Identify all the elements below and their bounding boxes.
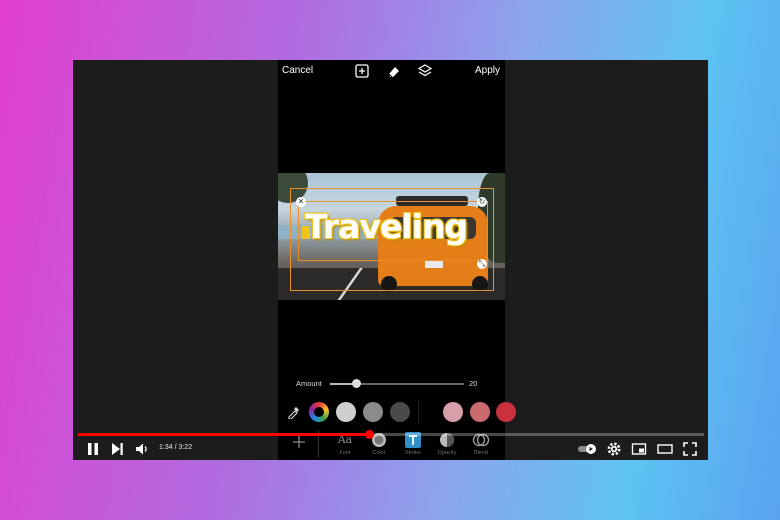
next-icon[interactable] — [109, 441, 125, 457]
resize-handle-icon[interactable]: ⤡ — [477, 259, 487, 269]
amount-slider-row: Amount 20 — [278, 376, 505, 392]
video-time: 1:34 / 3:22 — [159, 444, 193, 451]
swatch-light-gray[interactable] — [336, 402, 356, 422]
video-scrubber-handle[interactable] — [364, 430, 374, 439]
apply-button[interactable]: Apply — [475, 65, 500, 76]
swatch-pink[interactable] — [443, 402, 463, 422]
blend-tool[interactable]: Blend — [464, 432, 498, 460]
opacity-tool-label: Opacity — [437, 450, 457, 456]
add-icon[interactable] — [292, 435, 306, 449]
swatch-divider — [418, 400, 419, 424]
amount-value: 20 — [469, 379, 478, 388]
video-progress-played — [78, 433, 370, 436]
miniplayer-icon[interactable] — [631, 441, 647, 457]
amount-label: Amount — [296, 379, 322, 388]
swatch-rose[interactable] — [470, 402, 490, 422]
delete-handle-icon[interactable]: ✕ — [296, 197, 306, 207]
photo-canvas[interactable]: Traveling ✕ ↻ ⤡ — [278, 173, 505, 300]
swatch-gray[interactable] — [363, 402, 383, 422]
settings-gear-icon[interactable] — [606, 441, 622, 457]
fullscreen-icon[interactable] — [682, 441, 698, 457]
amount-slider-thumb[interactable] — [352, 379, 362, 388]
add-layer-icon[interactable] — [354, 63, 370, 79]
swatch-dark-gray[interactable] — [390, 402, 410, 422]
color-tool-label: Color — [372, 450, 386, 456]
eyedropper-icon[interactable] — [287, 405, 301, 419]
font-tool-label: Font — [339, 450, 351, 456]
video-player[interactable]: Cancel Apply Traveling ✕ ↻ ⤡ Amount 20 A… — [73, 60, 708, 460]
volume-icon[interactable] — [134, 441, 150, 457]
pause-icon[interactable] — [85, 441, 101, 457]
color-wheel-icon[interactable] — [309, 402, 329, 422]
text-overlay[interactable]: Traveling — [305, 207, 468, 246]
theater-mode-icon[interactable] — [657, 441, 673, 457]
font-tool[interactable]: Aa Font — [328, 432, 362, 460]
editor-top-bar: Cancel Apply — [278, 60, 505, 82]
opacity-tool[interactable]: Opacity — [430, 432, 464, 460]
stroke-tool-label: Stroke — [405, 450, 421, 456]
autoplay-toggle-icon[interactable] — [577, 441, 597, 457]
rotate-handle-icon[interactable]: ↻ — [477, 197, 487, 207]
editor-screen: Cancel Apply Traveling ✕ ↻ ⤡ Amount 20 A… — [278, 60, 516, 460]
blend-tool-label: Blend — [473, 450, 489, 456]
video-progress-bar[interactable] — [78, 430, 704, 439]
layers-icon[interactable] — [417, 63, 433, 79]
cancel-button[interactable]: Cancel — [282, 65, 313, 76]
eraser-icon[interactable] — [386, 63, 402, 79]
stroke-tool[interactable]: Stroke — [396, 432, 430, 460]
swatch-red[interactable] — [496, 402, 516, 422]
color-swatch-row — [278, 400, 516, 424]
